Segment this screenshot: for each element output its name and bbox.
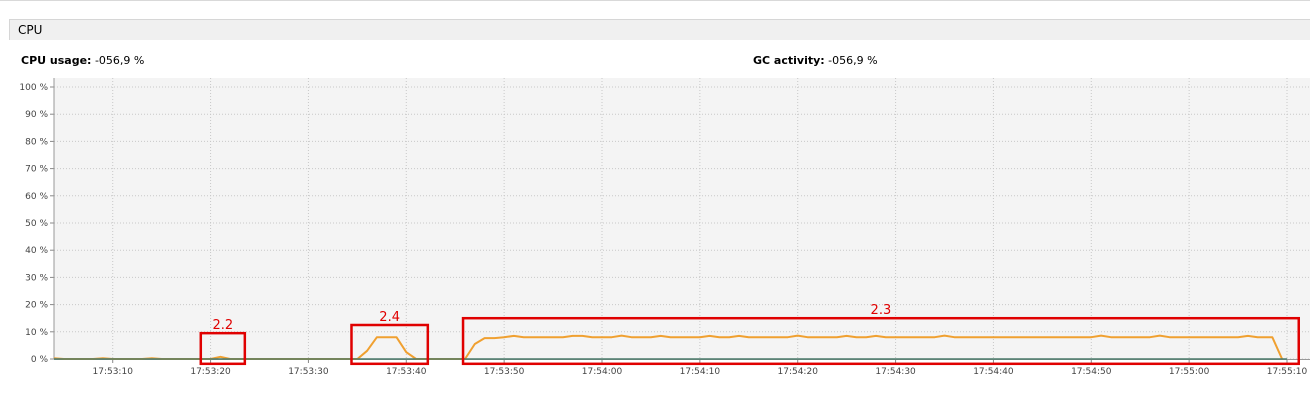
y-tick-label: 0 % (31, 355, 49, 365)
x-tick-label: 17:53:10 (93, 367, 134, 377)
y-tick-label: 50 % (25, 219, 48, 229)
y-tick-label: 10 % (25, 328, 48, 338)
y-tick-label: 60 % (25, 192, 48, 202)
y-tick-label: 70 % (25, 165, 48, 175)
y-tick-label: 100 % (19, 83, 48, 93)
y-tick-label: 40 % (25, 246, 48, 256)
x-tick-label: 17:53:40 (386, 367, 427, 377)
y-tick-label: 90 % (25, 110, 48, 120)
annotation-label: 2.4 (379, 310, 400, 325)
y-tick-label: 30 % (25, 273, 48, 283)
x-tick-label: 17:55:00 (1169, 367, 1210, 377)
annotation-label: 2.3 (871, 303, 892, 318)
y-tick-label: 20 % (25, 301, 48, 311)
x-tick-label: 17:54:20 (778, 367, 819, 377)
x-tick-label: 17:54:10 (680, 367, 721, 377)
x-tick-label: 17:54:40 (973, 367, 1014, 377)
x-tick-label: 17:53:30 (288, 367, 329, 377)
x-tick-label: 17:53:20 (190, 367, 231, 377)
x-tick-label: 17:53:50 (484, 367, 525, 377)
y-tick-label: 80 % (25, 137, 48, 147)
cpu-chart: 0 % 10 % 20 % 30 % 40 % 50 % 60 % 70 % 80 % 90 % 1… (19, 78, 1310, 377)
x-tick-label: 17:54:50 (1071, 367, 1112, 377)
x-tick-label: 17:54:00 (582, 367, 623, 377)
annotation-label: 2.2 (212, 318, 233, 333)
x-tick-label: 17:55:10 (1267, 367, 1308, 377)
x-tick-label: 17:54:30 (875, 367, 916, 377)
